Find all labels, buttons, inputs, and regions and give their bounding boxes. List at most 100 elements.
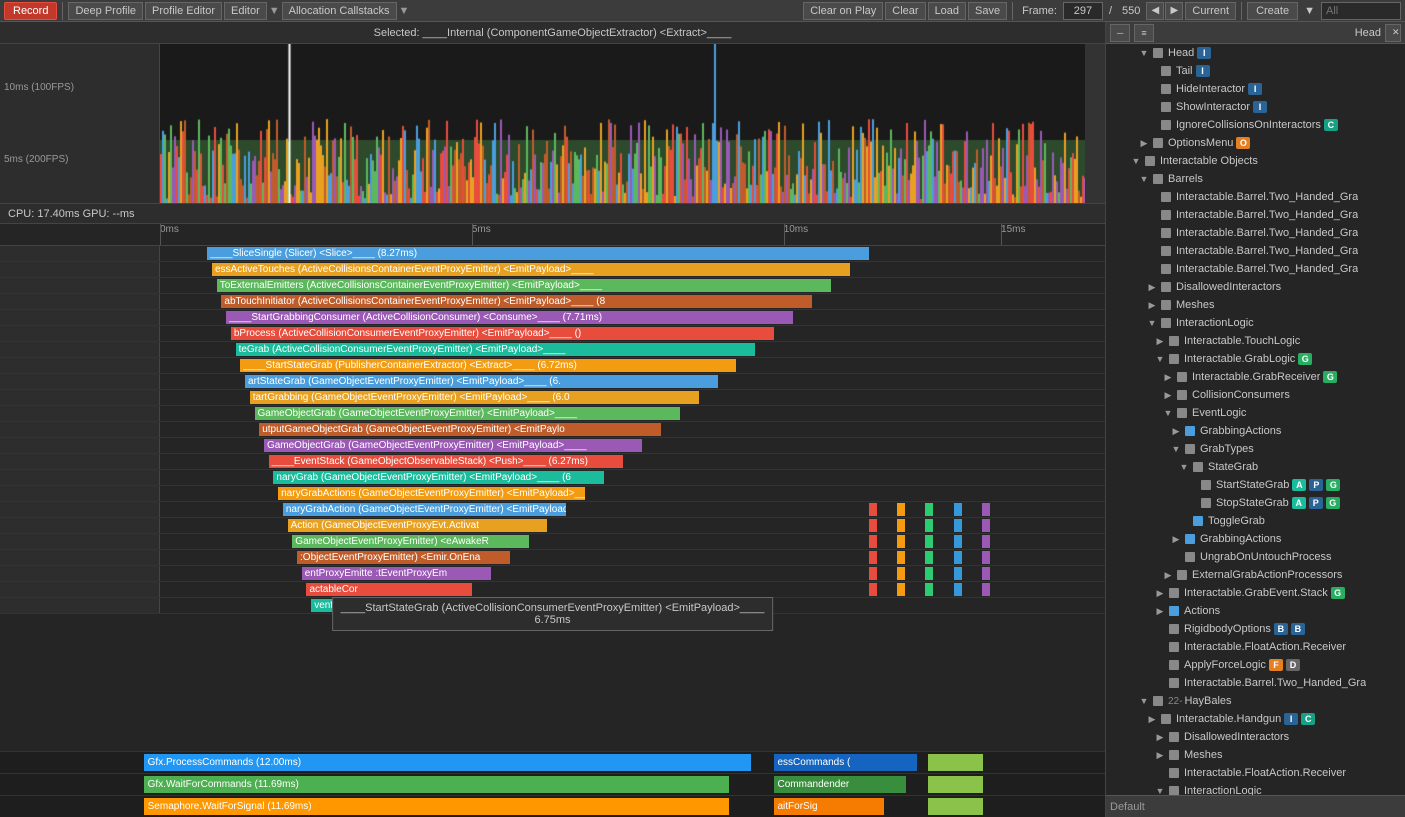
tree-arrow[interactable]: ▶ [1146, 300, 1158, 311]
timeline-bar[interactable]: ____EventStack (GameObjectObservableStac… [269, 455, 623, 468]
hierarchy-item[interactable]: Interactable.Barrel.Two_Handed_Gra [1106, 674, 1405, 692]
timeline-row[interactable]: essActiveTouches (ActiveCollisionsContai… [0, 262, 1105, 278]
hierarchy-content[interactable]: ▼HeadITailIHideInteractorIShowInteractor… [1106, 44, 1405, 795]
row-bars[interactable]: ToExternalEmitters (ActiveCollisionsCont… [160, 278, 1105, 293]
row-bars[interactable]: artStateGrab (GameObjectEventProxyEmitte… [160, 374, 1105, 389]
hierarchy-item[interactable]: ▶ExternalGrabActionProcessors [1106, 566, 1405, 584]
hierarchy-item[interactable]: ▼InteractionLogic [1106, 782, 1405, 795]
row-bars[interactable]: ____SliceSingle (Slicer) <Slice>____ (8.… [160, 246, 1105, 261]
hierarchy-item[interactable]: ▼StateGrab [1106, 458, 1405, 476]
timeline-row[interactable]: actableCor [0, 582, 1105, 598]
hierarchy-item[interactable]: Interactable.Barrel.Two_Handed_Gra [1106, 206, 1405, 224]
hierarchy-item[interactable]: ▶Meshes [1106, 296, 1405, 314]
hierarchy-item[interactable]: ▼EventLogic [1106, 404, 1405, 422]
row-bars[interactable]: ventPro: [160, 598, 1105, 613]
hierarchy-collapse-button[interactable]: ─ [1110, 24, 1130, 42]
row-bars[interactable]: entProxyEmitte :tEventProxyEm [160, 566, 1105, 581]
timeline-row[interactable]: ____SliceSingle (Slicer) <Slice>____ (8.… [0, 246, 1105, 262]
hierarchy-item[interactable]: Interactable.FloatAction.Receiver [1106, 638, 1405, 656]
hierarchy-item[interactable]: ▼GrabTypes [1106, 440, 1405, 458]
timeline-row[interactable]: utputGameObjectGrab (GameObjectEventProx… [0, 422, 1105, 438]
timeline-bar[interactable]: :ObjectEventProxyEmitter) <Emir.OnEna [297, 551, 510, 564]
timeline-bar[interactable]: naryGrab (GameObjectEventProxyEmitter) <… [273, 471, 604, 484]
timeline-bar[interactable]: teGrab (ActiveCollisionConsumerEventProx… [236, 343, 756, 356]
load-button[interactable]: Load [928, 2, 966, 20]
timeline-row[interactable]: abTouchInitiator (ActiveCollisionsContai… [0, 294, 1105, 310]
frame-input[interactable] [1063, 2, 1103, 20]
clear-on-play-button[interactable]: Clear on Play [803, 2, 883, 20]
hierarchy-item[interactable]: UngrabOnUntouchProcess [1106, 548, 1405, 566]
timeline-bar[interactable]: artStateGrab (GameObjectEventProxyEmitte… [245, 375, 718, 388]
row-bars[interactable]: teGrab (ActiveCollisionConsumerEventProx… [160, 342, 1105, 357]
timeline-row[interactable]: GameObjectGrab (GameObjectEventProxyEmit… [0, 406, 1105, 422]
hierarchy-item[interactable]: ▶DisallowedInteractors [1106, 728, 1405, 746]
timeline-bar[interactable]: ____StartStateGrab (PublisherContainerEx… [240, 359, 736, 372]
row-bars[interactable]: ____EventStack (GameObjectObservableStac… [160, 454, 1105, 469]
timeline-bar[interactable]: abTouchInitiator (ActiveCollisionsContai… [221, 295, 812, 308]
hierarchy-item[interactable]: IgnoreCollisionsOnInteractorsC [1106, 116, 1405, 134]
save-button[interactable]: Save [968, 2, 1007, 20]
timeline-bar[interactable]: essActiveTouches (ActiveCollisionsContai… [212, 263, 850, 276]
timeline-row[interactable]: artStateGrab (GameObjectEventProxyEmitte… [0, 374, 1105, 390]
hierarchy-expand-button[interactable]: ≡ [1134, 24, 1153, 42]
timeline-row[interactable]: naryGrabActions (GameObjectEventProxyEmi… [0, 486, 1105, 502]
tree-arrow[interactable]: ▼ [1178, 462, 1190, 472]
hierarchy-item[interactable]: ▶CollisionConsumers [1106, 386, 1405, 404]
timeline-row[interactable]: ToExternalEmitters (ActiveCollisionsCont… [0, 278, 1105, 294]
hierarchy-item[interactable]: Interactable.Barrel.Two_Handed_Gra [1106, 188, 1405, 206]
tree-arrow[interactable]: ▶ [1170, 534, 1182, 545]
hierarchy-item[interactable]: Interactable.FloatAction.Receiver [1106, 764, 1405, 782]
timeline-row[interactable]: Action (GameObjectEventProxyEvt.Activat [0, 518, 1105, 534]
hierarchy-item[interactable]: StopStateGrabAPG [1106, 494, 1405, 512]
timeline-graph[interactable] [160, 44, 1085, 203]
timeline-bar[interactable]: GameObjectGrab (GameObjectEventProxyEmit… [255, 407, 680, 420]
hierarchy-item[interactable]: HideInteractorI [1106, 80, 1405, 98]
row-bars[interactable]: naryGrab (GameObjectEventProxyEmitter) <… [160, 470, 1105, 485]
tree-arrow[interactable]: ▼ [1154, 354, 1166, 364]
hierarchy-item[interactable]: ▶Meshes [1106, 746, 1405, 764]
hierarchy-item[interactable]: ▶Interactable.HandgunIC [1106, 710, 1405, 728]
timeline-bar[interactable]: ToExternalEmitters (ActiveCollisionsCont… [217, 279, 831, 292]
deep-profile-button[interactable]: Deep Profile [68, 2, 143, 20]
hierarchy-item[interactable]: ▼HeadI [1106, 44, 1405, 62]
timeline-bar[interactable]: naryGrabActions (GameObjectEventProxyEmi… [278, 487, 585, 500]
row-bars[interactable]: actableCor [160, 582, 1105, 597]
timeline-bar[interactable]: ventPro: [311, 599, 453, 612]
tree-arrow[interactable]: ▶ [1146, 714, 1158, 725]
tree-arrow[interactable]: ▼ [1170, 444, 1182, 454]
hierarchy-item[interactable]: ▶DisallowedInteractors [1106, 278, 1405, 296]
editor-button[interactable]: Editor [224, 2, 267, 20]
hierarchy-close-button[interactable]: ✕ [1385, 24, 1401, 42]
hierarchy-item[interactable]: ▼Interactable Objects [1106, 152, 1405, 170]
timeline-row[interactable]: naryGrab (GameObjectEventProxyEmitter) <… [0, 470, 1105, 486]
row-bars[interactable]: essActiveTouches (ActiveCollisionsContai… [160, 262, 1105, 277]
row-bars[interactable]: naryGrabAction (GameObjectEventProxyEmit… [160, 502, 1105, 517]
timeline-row[interactable]: entProxyEmitte :tEventProxyEm [0, 566, 1105, 582]
timeline-row[interactable]: ____EventStack (GameObjectObservableStac… [0, 454, 1105, 470]
timeline-overview[interactable]: 10ms (100FPS) 5ms (200FPS) [0, 44, 1105, 204]
overview-scrollbar[interactable] [1085, 44, 1105, 203]
prev-frame-button[interactable]: ◀ [1146, 2, 1164, 20]
hierarchy-item[interactable]: ▶GrabbingActions [1106, 422, 1405, 440]
create-button[interactable]: Create [1247, 2, 1298, 20]
timeline-row[interactable]: ventPro: [0, 598, 1105, 614]
hierarchy-item[interactable]: Interactable.Barrel.Two_Handed_Gra [1106, 260, 1405, 278]
timeline-bar[interactable]: ____StartGrabbingConsumer (ActiveCollisi… [226, 311, 793, 324]
timeline-bar[interactable]: Action (GameObjectEventProxyEvt.Activat [288, 519, 548, 532]
row-bars[interactable]: tartGrabbing (GameObjectEventProxyEmitte… [160, 390, 1105, 405]
tree-arrow[interactable]: ▼ [1130, 156, 1142, 166]
row-bars[interactable]: ____StartStateGrab (PublisherContainerEx… [160, 358, 1105, 373]
timeline-bar[interactable]: GameObjectGrab (GameObjectEventProxyEmit… [264, 439, 642, 452]
bottom-bar-row[interactable]: Gfx.ProcessCommands (12.00ms)essCommands… [0, 751, 1105, 773]
tree-arrow[interactable]: ▶ [1154, 732, 1166, 743]
row-bars[interactable]: Action (GameObjectEventProxyEvt.Activat [160, 518, 1105, 533]
record-button[interactable]: Record [4, 2, 57, 20]
profile-editor-button[interactable]: Profile Editor [145, 2, 222, 20]
timeline-row[interactable]: GameObjectEventProxyEmitter) <eAwakeR [0, 534, 1105, 550]
hierarchy-item[interactable]: ▼Barrels [1106, 170, 1405, 188]
timeline-row[interactable]: ____StartGrabbingConsumer (ActiveCollisi… [0, 310, 1105, 326]
tree-arrow[interactable]: ▶ [1170, 426, 1182, 437]
tree-arrow[interactable]: ▶ [1162, 390, 1174, 401]
timeline-bar[interactable]: naryGrabAction (GameObjectEventProxyEmit… [283, 503, 567, 516]
current-button[interactable]: Current [1185, 2, 1236, 20]
